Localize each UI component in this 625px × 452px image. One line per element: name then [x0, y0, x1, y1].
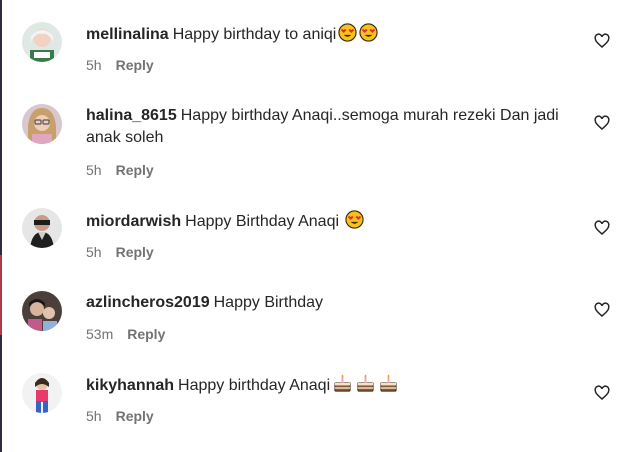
comment-username[interactable]: halina_8615 [86, 107, 177, 124]
comment-username[interactable]: mellinalina [86, 26, 169, 43]
comment-username[interactable]: miordarwish [86, 213, 181, 230]
birthday-cake-emoji-icon [334, 374, 351, 392]
comment-text: kikyhannah Happy birthday Anaqi [86, 374, 566, 397]
comments-panel: mellinalina Happy birthday to aniqi 5h Rep… [0, 0, 625, 452]
reply-button[interactable]: Reply [116, 162, 154, 178]
heart-eyes-emoji-icon [345, 210, 365, 229]
reply-button[interactable]: Reply [127, 326, 165, 342]
birthday-cake-emoji-icon [380, 374, 397, 392]
comment-meta: 5h Reply [86, 244, 154, 260]
comment-body: Happy birthday to aniqi [172, 26, 337, 43]
comment-time: 53m [86, 326, 114, 342]
avatar[interactable] [22, 373, 62, 413]
comment-text: halina_8615 Happy birthday Anaqi..semoga … [86, 105, 566, 149]
heart-icon[interactable] [593, 32, 611, 50]
reply-button[interactable]: Reply [116, 408, 154, 424]
window-edge-accent [0, 255, 2, 335]
comment-meta: 5h Reply [86, 162, 154, 178]
heart-icon[interactable] [593, 384, 611, 402]
reply-button[interactable]: Reply [116, 57, 154, 73]
comment-meta: 5h Reply [86, 57, 154, 73]
comment-time: 5h [86, 244, 102, 260]
comment-body: Happy Birthday [213, 294, 324, 311]
avatar[interactable] [22, 291, 62, 331]
heart-icon[interactable] [593, 219, 611, 237]
comment-text: miordarwish Happy Birthday Anaqi [86, 210, 566, 233]
reply-button[interactable]: Reply [116, 244, 154, 260]
comment-body: Happy Birthday Anaqi [185, 213, 340, 230]
comment-text: mellinalina Happy birthday to aniqi [86, 23, 566, 46]
comment-time: 5h [86, 57, 102, 73]
heart-eyes-emoji-icon [359, 23, 378, 42]
avatar[interactable] [22, 104, 62, 144]
comment-meta: 5h Reply [86, 408, 154, 424]
comment-username[interactable]: azlincheros2019 [86, 294, 210, 311]
comment-body: Happy birthday Anaqi [178, 377, 331, 394]
heart-eyes-emoji-icon [338, 23, 357, 42]
comment-text: azlincheros2019 Happy Birthday [86, 292, 566, 314]
avatar[interactable] [22, 208, 62, 248]
avatar[interactable] [22, 22, 62, 62]
birthday-cake-emoji-icon [357, 374, 374, 392]
heart-icon[interactable] [593, 114, 611, 132]
comment-time: 5h [86, 408, 102, 424]
comment-time: 5h [86, 162, 102, 178]
comment-username[interactable]: kikyhannah [86, 377, 174, 394]
heart-icon[interactable] [593, 301, 611, 319]
comment-meta: 53m Reply [86, 326, 165, 342]
window-edge [0, 0, 2, 452]
